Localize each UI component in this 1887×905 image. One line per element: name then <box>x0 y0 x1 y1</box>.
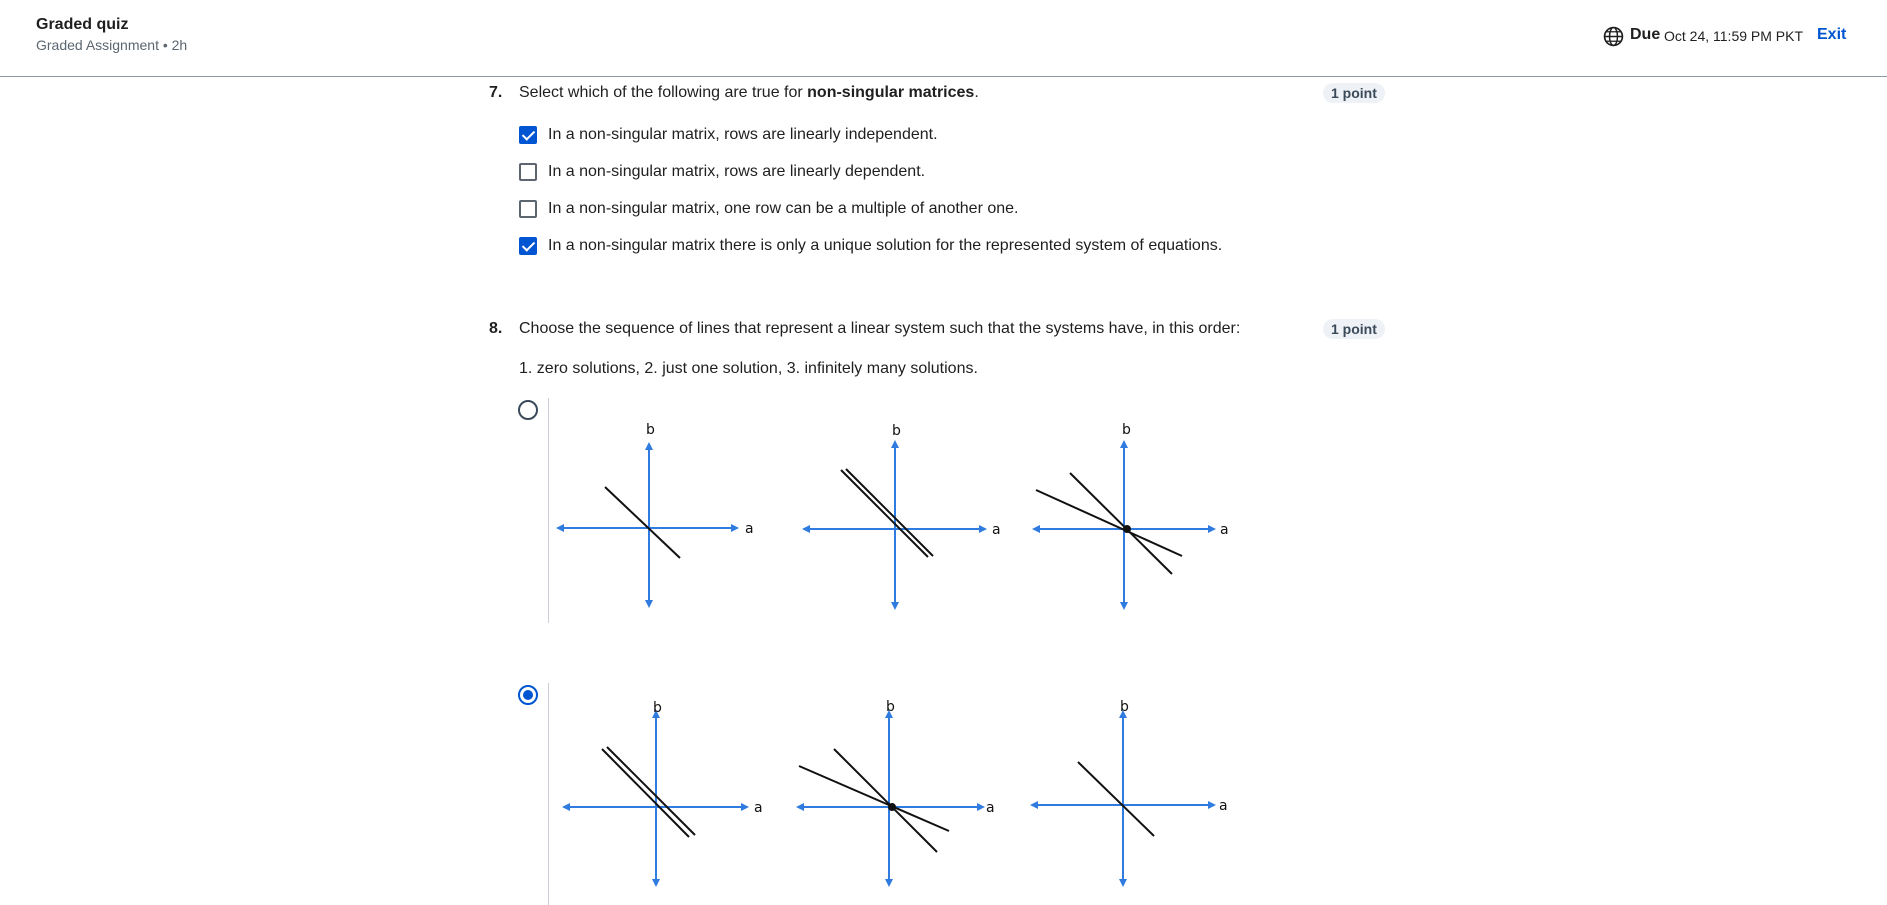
quiz-header: Graded quiz Graded Assignment • 2h Due O… <box>0 0 1887 77</box>
axis-label-a: a <box>754 800 763 816</box>
q8-option-2-graph-1: a b <box>562 700 763 887</box>
q7-option-3-checkbox[interactable] <box>519 200 537 218</box>
question-8-points: 1 point <box>1323 319 1385 339</box>
q7-option-2-checkbox[interactable] <box>519 163 537 181</box>
q8-option-1-divider <box>548 398 549 623</box>
q7-option-3-label: In a non-singular matrix, one row can be… <box>548 200 1019 217</box>
question-8-text: Choose the sequence of lines that repres… <box>519 320 1241 337</box>
quiz-title: Graded quiz <box>36 16 129 33</box>
q8-option-1-graph-3: a b <box>1032 422 1229 610</box>
axis-label-a: a <box>745 521 754 537</box>
axis-label-a: a <box>992 522 1001 538</box>
question-7-text-start: Select which of the following are true f… <box>519 84 808 101</box>
q8-option-2-divider <box>548 683 549 905</box>
question-7-text-bold: non-singular matrices <box>807 84 975 101</box>
q8-option-2-graphs: a b a b a b <box>562 699 1228 887</box>
q7-option-2-label: In a non-singular matrix, rows are linea… <box>548 163 926 180</box>
axis-label-b: b <box>653 700 662 716</box>
q8-option-1-graphs: a b a b a b <box>556 422 1229 610</box>
q7-option-4-label: In a non-singular matrix there is only a… <box>548 237 1223 254</box>
q7-option-1-label: In a non-singular matrix, rows are linea… <box>548 126 938 143</box>
axis-label-b: b <box>646 422 655 438</box>
q7-option-4-checkbox[interactable] <box>519 237 537 255</box>
q8-option-1-radio[interactable] <box>518 400 538 420</box>
q8-option-2-graph-3: a b <box>1030 699 1228 887</box>
q7-option-1-checkbox[interactable] <box>519 126 537 144</box>
axis-label-a: a <box>1219 798 1228 814</box>
globe-icon[interactable] <box>1603 26 1624 47</box>
axis-label-b: b <box>1120 699 1129 715</box>
axis-label-b: b <box>1122 422 1131 438</box>
question-7-number: 7. <box>489 84 503 101</box>
due-label: Due <box>1630 26 1661 43</box>
exit-button[interactable]: Exit <box>1817 26 1846 44</box>
question-8-number: 8. <box>489 320 503 337</box>
due-date: Oct 24, 11:59 PM PKT <box>1664 28 1804 44</box>
question-7-text: Select which of the following are true f… <box>519 84 979 102</box>
question-7-points: 1 point <box>1323 83 1385 103</box>
axis-label-a: a <box>986 800 995 816</box>
q8-option-2-graph-2: a b <box>796 699 995 887</box>
axis-label-b: b <box>886 699 895 715</box>
question-7-text-end: . <box>974 84 979 101</box>
q8-option-1-graph-2: a b <box>802 423 1001 610</box>
q8-option-1-graph-1: a b <box>556 422 754 608</box>
question-8-subtext: 1. zero solutions, 2. just one solution,… <box>519 360 978 377</box>
quiz-subtitle: Graded Assignment • 2h <box>36 37 188 53</box>
axis-label-a: a <box>1220 522 1229 538</box>
axis-label-b: b <box>892 423 901 439</box>
q8-option-2-radio[interactable] <box>518 685 538 705</box>
